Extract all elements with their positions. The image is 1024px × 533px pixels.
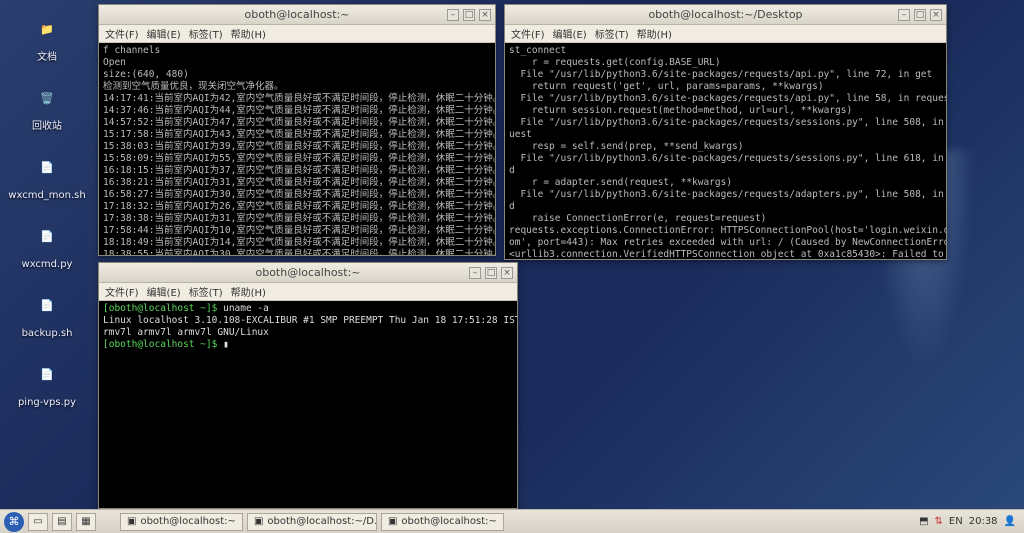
taskbar: ⌘ ▭ ▤ ▦ ▣ oboth@localhost:~ ▣ oboth@localh… — [0, 509, 1024, 533]
menu-edit[interactable]: 编辑(E) — [553, 26, 587, 41]
close-button[interactable]: × — [930, 9, 942, 21]
shell-output: rmv7l armv7l armv7l GNU/Linux — [103, 327, 269, 338]
task-label: oboth@localhost:~ — [401, 516, 496, 527]
desktop-icon[interactable]: 📄 wxcmd.py — [12, 215, 82, 270]
desktop-icon-label: ping-vps.py — [18, 397, 76, 408]
desktop-icon-label: 回收站 — [32, 121, 62, 132]
menubar: 文件(F) 编辑(E) 标签(T) 帮助(H) — [505, 25, 946, 43]
task-button[interactable]: ▣ oboth@localhost:~/D… — [247, 513, 377, 531]
menu-file[interactable]: 文件(F) — [105, 284, 139, 299]
terminal-icon: ▣ — [254, 516, 263, 527]
minimize-button[interactable]: – — [469, 267, 481, 279]
terminal-body[interactable]: [oboth@localhost ~]$ uname -a Linux loca… — [99, 301, 517, 508]
folder-icon: 📁 — [26, 8, 68, 50]
update-icon[interactable]: ⬒ — [919, 516, 928, 527]
menu-tabs[interactable]: 标签(T) — [189, 284, 223, 299]
desktop-icon[interactable]: 🗑️ 回收站 — [12, 77, 82, 132]
terminal-window-aqi[interactable]: oboth@localhost:~ – □ × 文件(F) 编辑(E) 标签(T… — [98, 4, 496, 256]
shell-output: Linux localhost 3.10.108-EXCALIBUR #1 SM… — [103, 315, 517, 326]
menu-file[interactable]: 文件(F) — [511, 26, 545, 41]
terminal-body[interactable]: f channels Open size:(640, 480) 检测到空气质量优… — [99, 43, 495, 255]
desktop-icon-label: wxcmd_mon.sh — [8, 190, 85, 201]
file-icon: 📄 — [26, 353, 68, 395]
menu-edit[interactable]: 编辑(E) — [147, 26, 181, 41]
desktop-icon-label: 文档 — [37, 52, 57, 63]
file-manager-button[interactable]: ▤ — [52, 513, 72, 531]
show-desktop-button[interactable]: ▭ — [28, 513, 48, 531]
close-button[interactable]: × — [479, 9, 491, 21]
terminal-body[interactable]: st_connect r = requests.get(config.BASE_… — [505, 43, 946, 259]
minimize-button[interactable]: – — [898, 9, 910, 21]
menu-help[interactable]: 帮助(H) — [231, 26, 266, 41]
workspace-switcher[interactable]: ▦ — [76, 513, 96, 531]
file-icon: 📄 — [26, 215, 68, 257]
user-menu-icon[interactable]: 👤 — [1004, 516, 1016, 527]
titlebar[interactable]: oboth@localhost:~ – □ × — [99, 5, 495, 25]
menu-tabs[interactable]: 标签(T) — [595, 26, 629, 41]
task-label: oboth@localhost:~/D… — [267, 516, 377, 527]
task-label: oboth@localhost:~ — [140, 516, 235, 527]
desktop-icon-label: backup.sh — [22, 328, 73, 339]
terminal-icon: ▣ — [127, 516, 136, 527]
menu-tabs[interactable]: 标签(T) — [189, 26, 223, 41]
desktop-icon[interactable]: 📄 ping-vps.py — [12, 353, 82, 408]
network-icon[interactable]: ⇅ — [935, 516, 943, 527]
minimize-button[interactable]: – — [447, 9, 459, 21]
desktop-icon[interactable]: 📄wxcmd_mon.sh — [12, 146, 82, 201]
maximize-button[interactable]: □ — [485, 267, 497, 279]
desktop-icon[interactable]: 📁 文档 — [12, 8, 82, 63]
maximize-button[interactable]: □ — [914, 9, 926, 21]
window-title: oboth@localhost:~ — [244, 8, 349, 21]
menu-help[interactable]: 帮助(H) — [637, 26, 672, 41]
maximize-button[interactable]: □ — [463, 9, 475, 21]
file-icon: 📄 — [26, 146, 68, 188]
window-title: oboth@localhost:~/Desktop — [648, 8, 802, 21]
language-indicator[interactable]: EN — [949, 516, 963, 527]
file-icon: 📄 — [26, 284, 68, 326]
trash-icon: 🗑️ — [26, 77, 68, 119]
menu-edit[interactable]: 编辑(E) — [147, 284, 181, 299]
terminal-icon: ▣ — [388, 516, 397, 527]
desktop-icon-label: wxcmd.py — [22, 259, 73, 270]
shell-command: uname -a — [223, 303, 269, 314]
terminal-window-traceback[interactable]: oboth@localhost:~/Desktop – □ × 文件(F) 编辑… — [504, 4, 947, 260]
menubar: 文件(F) 编辑(E) 标签(T) 帮助(H) — [99, 283, 517, 301]
close-button[interactable]: × — [501, 267, 513, 279]
menubar: 文件(F) 编辑(E) 标签(T) 帮助(H) — [99, 25, 495, 43]
titlebar[interactable]: oboth@localhost:~ – □ × — [99, 263, 517, 283]
system-tray: ⬒ ⇅ EN 20:38 👤 — [919, 516, 1020, 527]
task-button[interactable]: ▣ oboth@localhost:~ — [120, 513, 243, 531]
shell-prompt: [oboth@localhost ~]$ — [103, 339, 223, 350]
menu-help[interactable]: 帮助(H) — [231, 284, 266, 299]
start-button[interactable]: ⌘ — [4, 512, 24, 532]
menu-file[interactable]: 文件(F) — [105, 26, 139, 41]
desktop-icon-area: 📁 文档 🗑️ 回收站 📄wxcmd_mon.sh 📄 wxcmd.py 📄 backu… — [12, 8, 82, 408]
terminal-window-uname[interactable]: oboth@localhost:~ – □ × 文件(F) 编辑(E) 标签(T… — [98, 262, 518, 509]
task-button[interactable]: ▣ oboth@localhost:~ — [381, 513, 504, 531]
shell-prompt: [oboth@localhost ~]$ — [103, 303, 223, 314]
window-title: oboth@localhost:~ — [255, 266, 360, 279]
titlebar[interactable]: oboth@localhost:~/Desktop – □ × — [505, 5, 946, 25]
clock[interactable]: 20:38 — [969, 516, 998, 527]
desktop-icon[interactable]: 📄 backup.sh — [12, 284, 82, 339]
cursor: ▮ — [223, 339, 229, 350]
